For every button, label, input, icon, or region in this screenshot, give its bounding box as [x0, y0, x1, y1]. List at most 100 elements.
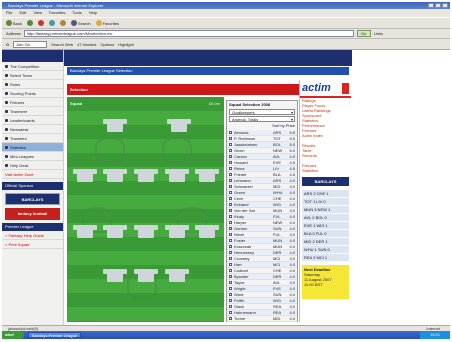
shirt-icon[interactable] [103, 169, 127, 182]
menu-view[interactable]: View [33, 9, 42, 17]
shirt-icon[interactable] [73, 169, 97, 182]
options-button[interactable]: Options [100, 42, 114, 47]
nav-item-actim-zone[interactable]: Visit Actim Zone [2, 170, 63, 179]
select-checkbox[interactable] [229, 281, 232, 284]
back-button[interactable]: Back [6, 20, 22, 26]
shirt-icon[interactable] [134, 269, 158, 282]
select-checkbox[interactable] [229, 191, 232, 194]
nav-label: Statistics [10, 144, 27, 150]
position-filter-select[interactable]: Goalkeepers [229, 109, 295, 115]
select-checkbox[interactable] [229, 251, 232, 254]
search-button[interactable]: Search [70, 20, 91, 26]
select-checkbox[interactable] [229, 257, 232, 260]
left-nav: The Competition Select Team Rules Scorin… [2, 50, 64, 325]
shirt-icon[interactable] [167, 119, 191, 132]
standard-toolbar: Back Search Favorites [2, 17, 450, 29]
select-checkbox[interactable] [229, 287, 232, 290]
barclays-logo[interactable]: BARCLAYS [5, 193, 60, 205]
actim-link[interactable]: Statistics [300, 168, 351, 173]
select-checkbox[interactable] [229, 245, 232, 248]
menu-tools[interactable]: Tools [72, 9, 81, 17]
select-checkbox[interactable] [229, 167, 232, 170]
maximize-button[interactable] [435, 3, 441, 8]
select-checkbox[interactable] [229, 173, 232, 176]
sponsor-section-header: Official Sponsor [2, 182, 63, 190]
select-checkbox[interactable] [229, 137, 232, 140]
select-checkbox[interactable] [229, 275, 232, 278]
menu-edit[interactable]: Edit [19, 9, 26, 17]
links-label[interactable]: Links [374, 31, 383, 36]
close-button[interactable] [442, 3, 448, 8]
refresh-button[interactable] [48, 20, 55, 26]
select-checkbox[interactable] [229, 227, 232, 230]
score-row[interactable]: BLA 0 FUL 0 [302, 230, 349, 237]
select-checkbox[interactable] [229, 233, 232, 236]
menu-file[interactable]: File [6, 9, 12, 17]
go-button[interactable]: Go [356, 30, 371, 37]
start-button[interactable]: start [2, 331, 24, 339]
select-checkbox[interactable] [229, 179, 232, 182]
score-row[interactable]: ARS 2 CHE 1 [302, 190, 349, 197]
shirt-icon[interactable] [134, 225, 158, 238]
select-checkbox[interactable] [229, 221, 232, 224]
shirt-icon[interactable] [103, 119, 127, 132]
shirt-icon[interactable] [103, 269, 127, 282]
shirt-icon[interactable] [195, 225, 219, 238]
google-search-input[interactable]: Join Go [13, 40, 48, 48]
player-price: 4.0 [289, 292, 295, 297]
select-checkbox[interactable] [229, 155, 232, 158]
shirt-icon[interactable] [165, 225, 189, 238]
select-checkbox[interactable] [229, 299, 232, 302]
select-checkbox[interactable] [229, 209, 232, 212]
score-row[interactable]: REA 2 MCI 1 [302, 254, 349, 261]
team-filter-select[interactable]: Arsenal, Totals [229, 116, 295, 122]
select-checkbox[interactable] [229, 269, 232, 272]
select-checkbox[interactable] [229, 263, 232, 266]
forward-button[interactable] [26, 20, 33, 26]
select-checkbox[interactable] [229, 161, 232, 164]
shirt-icon[interactable] [134, 169, 158, 182]
select-checkbox[interactable] [229, 143, 232, 146]
score-row[interactable]: MUN 3 NEW 1 [302, 206, 349, 213]
score-row[interactable]: TOT 1 LIV 0 [302, 198, 349, 205]
print-squad-link[interactable]: > Print Squad [2, 240, 63, 249]
select-checkbox[interactable] [229, 311, 232, 314]
menu-help[interactable]: Help [89, 9, 97, 17]
select-checkbox[interactable] [229, 317, 232, 320]
address-input[interactable]: http://fantasy.premierleague.com/M/selec… [23, 30, 354, 37]
select-checkbox[interactable] [229, 203, 232, 206]
score-row[interactable]: EVE 1 WIG 1 [302, 222, 349, 229]
select-checkbox[interactable] [229, 185, 232, 188]
shirt-icon[interactable] [165, 169, 189, 182]
shirt-icon[interactable] [165, 269, 189, 282]
select-checkbox[interactable] [229, 149, 232, 152]
select-checkbox[interactable] [229, 215, 232, 218]
select-checkbox[interactable] [229, 131, 232, 134]
stop-button[interactable] [37, 20, 44, 26]
favorites-button[interactable]: Favorites [95, 20, 119, 26]
back-arrow-icon [6, 20, 12, 26]
home-button[interactable] [59, 20, 66, 26]
search-web-button[interactable]: Search Web [51, 42, 73, 47]
shirt-icon[interactable] [195, 169, 219, 182]
fantasy-banner[interactable]: fantasy football [5, 208, 60, 220]
shirt-icon[interactable] [103, 225, 127, 238]
select-checkbox[interactable] [229, 293, 232, 296]
menu-favorites[interactable]: Favorites [49, 9, 65, 17]
highlight-button[interactable]: Highlight [118, 42, 134, 47]
select-checkbox[interactable] [229, 305, 232, 308]
score-row[interactable]: WHU 1 SUN 0 [302, 246, 349, 253]
player-row[interactable]: Turner MID 4.0 [227, 316, 297, 322]
score-row[interactable]: MID 2 DER 1 [302, 238, 349, 245]
select-checkbox[interactable] [229, 239, 232, 242]
shirt-icon[interactable] [73, 225, 97, 238]
actim-logo[interactable]: actim [300, 80, 351, 98]
score-row[interactable]: AVL 2 BOL 0 [302, 214, 349, 221]
minimize-button[interactable] [428, 3, 434, 8]
barclays-sponsor-logo[interactable]: BARCLAYS [302, 177, 349, 186]
taskbar-item[interactable]: Barclays Premier League [28, 332, 81, 338]
bullet-icon [5, 163, 8, 167]
select-checkbox[interactable] [229, 197, 232, 200]
sort-link[interactable]: Sort by Price [229, 123, 295, 129]
popup-blocker[interactable]: 47 blocked [77, 42, 96, 47]
